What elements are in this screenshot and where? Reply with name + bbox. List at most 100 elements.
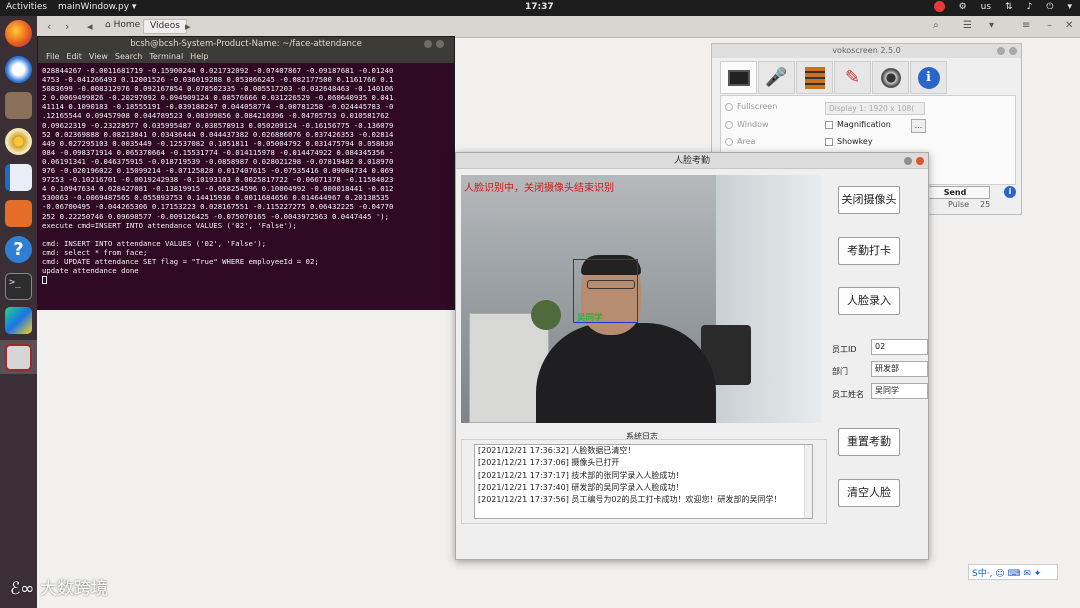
log-scrollbar[interactable] bbox=[804, 445, 812, 518]
reset-attendance-button[interactable]: 重置考勤 bbox=[838, 428, 900, 456]
face-enroll-button[interactable]: 人脸录入 bbox=[838, 287, 900, 315]
terminal-titlebar[interactable]: bcsh@bcsh-System-Product-Name: ~/face-at… bbox=[38, 37, 454, 51]
software-icon[interactable] bbox=[5, 200, 32, 227]
thunderbird-icon[interactable] bbox=[5, 56, 32, 83]
system-menu-arrow[interactable]: ▾ bbox=[1067, 2, 1072, 12]
writer-icon[interactable] bbox=[5, 164, 32, 191]
window-label: Window bbox=[737, 120, 769, 129]
terminal-window: bcsh@bcsh-System-Product-Name: ~/face-at… bbox=[37, 36, 455, 310]
employee-id-field[interactable]: 02 bbox=[871, 339, 928, 355]
search-icon[interactable]: ⌕ bbox=[933, 20, 939, 31]
view-toggle-icon[interactable]: ☰ bbox=[963, 20, 972, 31]
department-field[interactable]: 研发部 bbox=[871, 361, 928, 377]
camera-plant bbox=[531, 300, 561, 330]
area-radio[interactable] bbox=[725, 137, 733, 146]
vokoscreen-title: vokoscreen 2.5.0 bbox=[832, 46, 901, 55]
employee-name-field[interactable]: 吴同学 bbox=[871, 383, 928, 399]
employee-id-label: 员工ID bbox=[832, 345, 857, 354]
tab-video[interactable] bbox=[796, 61, 833, 94]
menu-help[interactable]: Help bbox=[190, 52, 208, 61]
vokoscreen-minimize-button[interactable] bbox=[997, 47, 1005, 55]
clear-faces-button[interactable]: 清空人脸 bbox=[838, 479, 900, 507]
tab-info[interactable]: i bbox=[910, 61, 947, 94]
log-entry: [2021/12/21 17:36:32] 人脸数据已清空！ bbox=[478, 446, 636, 455]
terminal-close-button[interactable] bbox=[436, 40, 444, 48]
menu-icon[interactable]: ≡ bbox=[1022, 20, 1030, 31]
display-select[interactable]: Display 1: 1920 x 108( bbox=[825, 102, 925, 115]
close-icon[interactable]: ✕ bbox=[1065, 20, 1073, 31]
send-button[interactable]: Send bbox=[920, 186, 990, 199]
app-minimize-button[interactable] bbox=[904, 157, 912, 165]
fullscreen-label: Fullscreen bbox=[737, 102, 778, 111]
tab-audio[interactable]: 🎤 bbox=[758, 61, 795, 94]
activities-button[interactable]: Activities bbox=[6, 2, 47, 12]
breadcrumb-videos[interactable]: Videos bbox=[143, 19, 187, 34]
system-log-list[interactable]: [2021/12/21 17:36:32] 人脸数据已清空！ [2021/12/… bbox=[474, 444, 813, 519]
clock[interactable]: 17:37 bbox=[525, 2, 554, 12]
minimize-icon[interactable]: – bbox=[1047, 20, 1052, 31]
tab-screen[interactable] bbox=[720, 61, 757, 94]
path-left-arrow-icon[interactable]: ◂ bbox=[87, 20, 93, 33]
dock: ? >_ bbox=[0, 16, 37, 608]
magnification-checkbox[interactable] bbox=[825, 120, 833, 129]
help-icon[interactable]: ? bbox=[5, 236, 32, 263]
files-icon[interactable] bbox=[5, 92, 32, 119]
close-camera-button[interactable]: 关闭摄像头 bbox=[838, 186, 900, 214]
terminal-output[interactable]: 028844267 -0.0011681719 -0.15900244 0.02… bbox=[38, 63, 454, 297]
record-indicator-icon[interactable] bbox=[933, 1, 945, 12]
face-name-label: 吴同学 bbox=[577, 313, 603, 323]
window-option[interactable]: Window bbox=[725, 120, 769, 129]
back-button[interactable]: ‹ bbox=[47, 20, 51, 33]
input-method-toolbar[interactable]: S中·, ☺ ⌨ ✉ ✦ bbox=[968, 564, 1058, 580]
showkey-option[interactable]: Showkey bbox=[825, 137, 873, 146]
microphone-icon: 🎤 bbox=[765, 67, 788, 88]
vokoscreen-icon[interactable] bbox=[5, 344, 32, 371]
view-options-icon[interactable]: ▾ bbox=[989, 20, 994, 31]
magnification-settings-button[interactable]: ... bbox=[911, 119, 926, 133]
app-menu[interactable]: mainWindow.py ▾ bbox=[58, 2, 136, 12]
info-icon: i bbox=[917, 66, 940, 89]
forward-button[interactable]: › bbox=[65, 20, 69, 33]
app-close-button[interactable] bbox=[916, 157, 924, 165]
window-radio[interactable] bbox=[725, 120, 733, 129]
breadcrumb-home[interactable]: ⌂ Home bbox=[99, 19, 146, 34]
path-right-arrow-icon[interactable]: ▸ bbox=[185, 20, 191, 33]
webcam-icon bbox=[880, 67, 901, 88]
menu-search[interactable]: Search bbox=[115, 52, 142, 61]
showkey-checkbox[interactable] bbox=[825, 137, 833, 146]
attendance-app-window: 人脸考勤 人脸识别中，关闭摄像头结束识别 吴同学 关闭摄像头 考勤打卡 人脸录入… bbox=[455, 152, 929, 560]
tab-webcam[interactable] bbox=[872, 61, 909, 94]
breadcrumb-home-label: Home bbox=[113, 20, 141, 30]
system-tray: ⚙ us ⇅ ♪ ⏻ ▾ bbox=[933, 1, 1072, 12]
terminal-icon[interactable]: >_ bbox=[5, 273, 32, 300]
settings-icon[interactable]: ⚙ bbox=[959, 2, 967, 12]
menu-terminal[interactable]: Terminal bbox=[149, 52, 183, 61]
send-info-icon[interactable]: i bbox=[1004, 186, 1016, 198]
pulse-label: Pulse bbox=[948, 200, 970, 209]
volume-icon[interactable]: ♪ bbox=[1027, 2, 1033, 12]
menu-file[interactable]: File bbox=[46, 52, 59, 61]
vokoscreen-close-button[interactable] bbox=[1009, 47, 1017, 55]
terminal-minimize-button[interactable] bbox=[424, 40, 432, 48]
fullscreen-radio[interactable] bbox=[725, 102, 733, 111]
pulse-value[interactable]: 25 bbox=[980, 200, 990, 209]
tab-tools[interactable]: ✎ bbox=[834, 61, 871, 94]
pycharm-icon[interactable] bbox=[5, 307, 32, 334]
area-label: Area bbox=[737, 137, 756, 146]
check-in-button[interactable]: 考勤打卡 bbox=[838, 237, 900, 265]
rhythmbox-icon[interactable] bbox=[5, 128, 32, 155]
fullscreen-option[interactable]: Fullscreen bbox=[725, 102, 777, 111]
firefox-icon[interactable] bbox=[5, 20, 32, 47]
magnification-option[interactable]: Magnification bbox=[825, 120, 891, 129]
recognition-status-overlay: 人脸识别中，关闭摄像头结束识别 bbox=[464, 183, 614, 194]
wrench-icon: ✎ bbox=[844, 67, 861, 88]
log-entry: [2021/12/21 17:37:40] 研发部的吴同学录入人脸成功！ bbox=[478, 482, 684, 492]
menu-edit[interactable]: Edit bbox=[66, 52, 82, 61]
network-icon[interactable]: ⇅ bbox=[1005, 2, 1013, 12]
language-indicator[interactable]: us bbox=[981, 2, 991, 12]
area-option[interactable]: Area bbox=[725, 137, 755, 146]
menu-view[interactable]: View bbox=[89, 52, 108, 61]
vokoscreen-titlebar[interactable]: vokoscreen 2.5.0 bbox=[712, 44, 1021, 58]
power-icon[interactable]: ⏻ bbox=[1046, 2, 1053, 12]
app-titlebar[interactable]: 人脸考勤 bbox=[456, 153, 928, 169]
